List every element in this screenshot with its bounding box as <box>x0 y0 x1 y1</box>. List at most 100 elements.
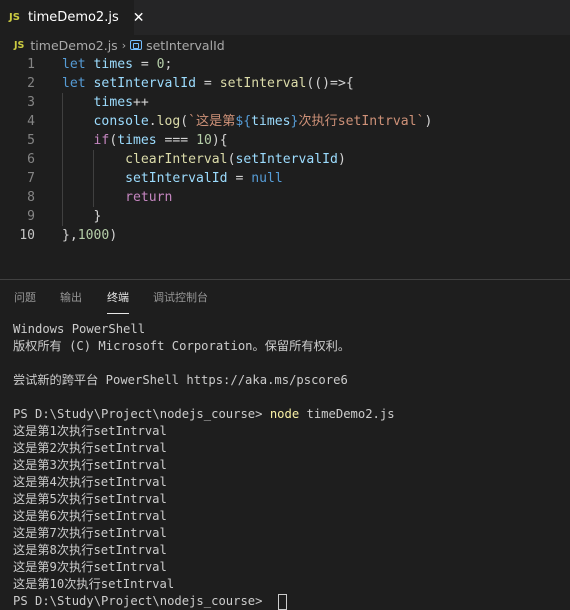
code-text: let setIntervalId = setInterval(()=>{ <box>62 74 354 93</box>
editor-tab-timedemo2[interactable]: JS timeDemo2.js ✕ <box>0 0 144 35</box>
tab-output[interactable]: 输出 <box>60 289 82 305</box>
code-token: setInterval <box>219 76 307 91</box>
tab-problems[interactable]: 问题 <box>14 289 36 305</box>
code-token: ( <box>180 114 189 129</box>
line-number: 1 <box>27 57 35 72</box>
code-token: times <box>93 95 133 110</box>
code-token: 1000 <box>77 228 110 243</box>
terminal-cursor <box>277 593 287 610</box>
code-token: 0 <box>156 57 165 72</box>
code-line: 6 clearInterval(setIntervalId) <box>0 150 570 169</box>
tab-terminal[interactable]: 终端 <box>107 289 129 314</box>
terminal-prompt-line: PS D:\Study\Project\nodejs_course> <box>13 593 563 610</box>
line-number: 6 <box>27 152 35 167</box>
code-token: = <box>132 57 157 72</box>
code-text: },1000) <box>62 226 117 245</box>
terminal-line: 尝试新的跨平台 PowerShell https://aka.ms/pscore… <box>13 373 348 387</box>
terminal-line: 这是第9次执行setIntrval <box>13 560 167 574</box>
code-token: setIntervalId <box>93 76 197 91</box>
code-token: } <box>62 209 102 224</box>
terminal-line: Windows PowerShell <box>13 322 146 336</box>
line-number: 2 <box>27 76 35 91</box>
code-line: 9 } <box>0 207 570 226</box>
code-token: console <box>93 114 149 129</box>
terminal-line: 这是第7次执行setIntrval <box>13 526 167 540</box>
code-text: console.log(`这是第${times}次执行setIntrval`) <box>62 112 433 131</box>
close-icon[interactable]: ✕ <box>133 10 145 26</box>
code-line: 10 },1000) <box>0 226 570 245</box>
code-text: } <box>62 207 102 226</box>
code-token: setIntervalId <box>125 171 228 186</box>
code-line: 3 times++ <box>0 93 570 112</box>
terminal-line: 这是第8次执行setIntrval <box>13 543 167 557</box>
javascript-file-icon: JS <box>9 12 20 23</box>
code-token: `这是第 <box>188 114 236 129</box>
code-token: setIntervalId <box>235 152 338 167</box>
line-number: 8 <box>27 190 35 205</box>
breadcrumb-symbol[interactable]: setIntervalId <box>146 38 225 53</box>
code-token: log <box>156 114 181 129</box>
code-token: ) <box>109 228 118 243</box>
terminal-command-arg: timeDemo2.js <box>299 407 395 421</box>
panel-tab-bar: 问题 输出 终端 调试控制台 <box>0 280 570 314</box>
terminal-prompt: PS D:\Study\Project\nodejs_course> <box>13 407 270 421</box>
tab-debug-console[interactable]: 调试控制台 <box>153 289 208 305</box>
terminal-line: 这是第6次执行setIntrval <box>13 509 167 523</box>
terminal-line: 这是第3次执行setIntrval <box>13 458 167 472</box>
terminal-line: 这是第2次执行setIntrval <box>13 441 167 455</box>
editor-tab-bar: JS timeDemo2.js ✕ <box>0 0 570 35</box>
code-token: (()=>{ <box>306 76 354 91</box>
line-number: 3 <box>27 95 35 110</box>
code-token: . <box>148 114 157 129</box>
code-token: times <box>117 133 157 148</box>
code-text: clearInterval(setIntervalId) <box>62 150 346 169</box>
code-line: 2 let setIntervalId = setInterval(()=>{ <box>0 74 570 93</box>
line-number: 10 <box>19 228 35 243</box>
code-line: 8 return <box>0 188 570 207</box>
terminal-line: 这是第4次执行setIntrval <box>13 475 167 489</box>
line-number: 9 <box>27 209 35 224</box>
code-token: ) <box>337 152 346 167</box>
code-token: let <box>62 76 86 91</box>
code-token: times <box>93 57 133 72</box>
line-number: 5 <box>27 133 35 148</box>
terminal-line: 这是第5次执行setIntrval <box>13 492 167 506</box>
code-line: 7 setIntervalId = null <box>0 169 570 188</box>
code-editor[interactable]: 1 let times = 0; 2 let setIntervalId = setI… <box>0 55 570 279</box>
code-token: if <box>93 133 110 148</box>
code-text: setIntervalId = null <box>62 169 283 188</box>
code-text: if(times === 10){ <box>62 131 228 150</box>
terminal-output[interactable]: Windows PowerShell 版权所有 (C) Microsoft Co… <box>13 321 563 610</box>
code-token: ; <box>164 57 173 72</box>
code-text: times++ <box>62 93 149 112</box>
line-number: 4 <box>27 114 35 129</box>
code-token: ++ <box>132 95 149 110</box>
code-token: clearInterval <box>125 152 228 167</box>
breadcrumb-file[interactable]: timeDemo2.js <box>30 38 117 53</box>
code-token: = <box>196 76 220 91</box>
code-token: === <box>156 133 197 148</box>
code-token: return <box>125 190 173 205</box>
javascript-file-icon: JS <box>14 39 25 51</box>
line-number: 7 <box>27 171 35 186</box>
terminal-prompt: PS D:\Study\Project\nodejs_course> <box>13 594 270 608</box>
terminal-command-line: PS D:\Study\Project\nodejs_course> node … <box>13 406 563 423</box>
terminal-line: 版权所有 (C) Microsoft Corporation。保留所有权利。 <box>13 339 351 353</box>
breadcrumb: JS timeDemo2.js › setIntervalId <box>0 35 570 55</box>
code-token: ){ <box>211 133 228 148</box>
symbol-variable-icon <box>130 40 143 50</box>
code-token: ) <box>424 114 433 129</box>
code-text: let times = 0; <box>62 55 172 74</box>
terminal-command: node <box>269 407 300 421</box>
code-token: = <box>227 171 252 186</box>
code-token: null <box>251 171 283 186</box>
code-token: ${ <box>235 114 252 129</box>
